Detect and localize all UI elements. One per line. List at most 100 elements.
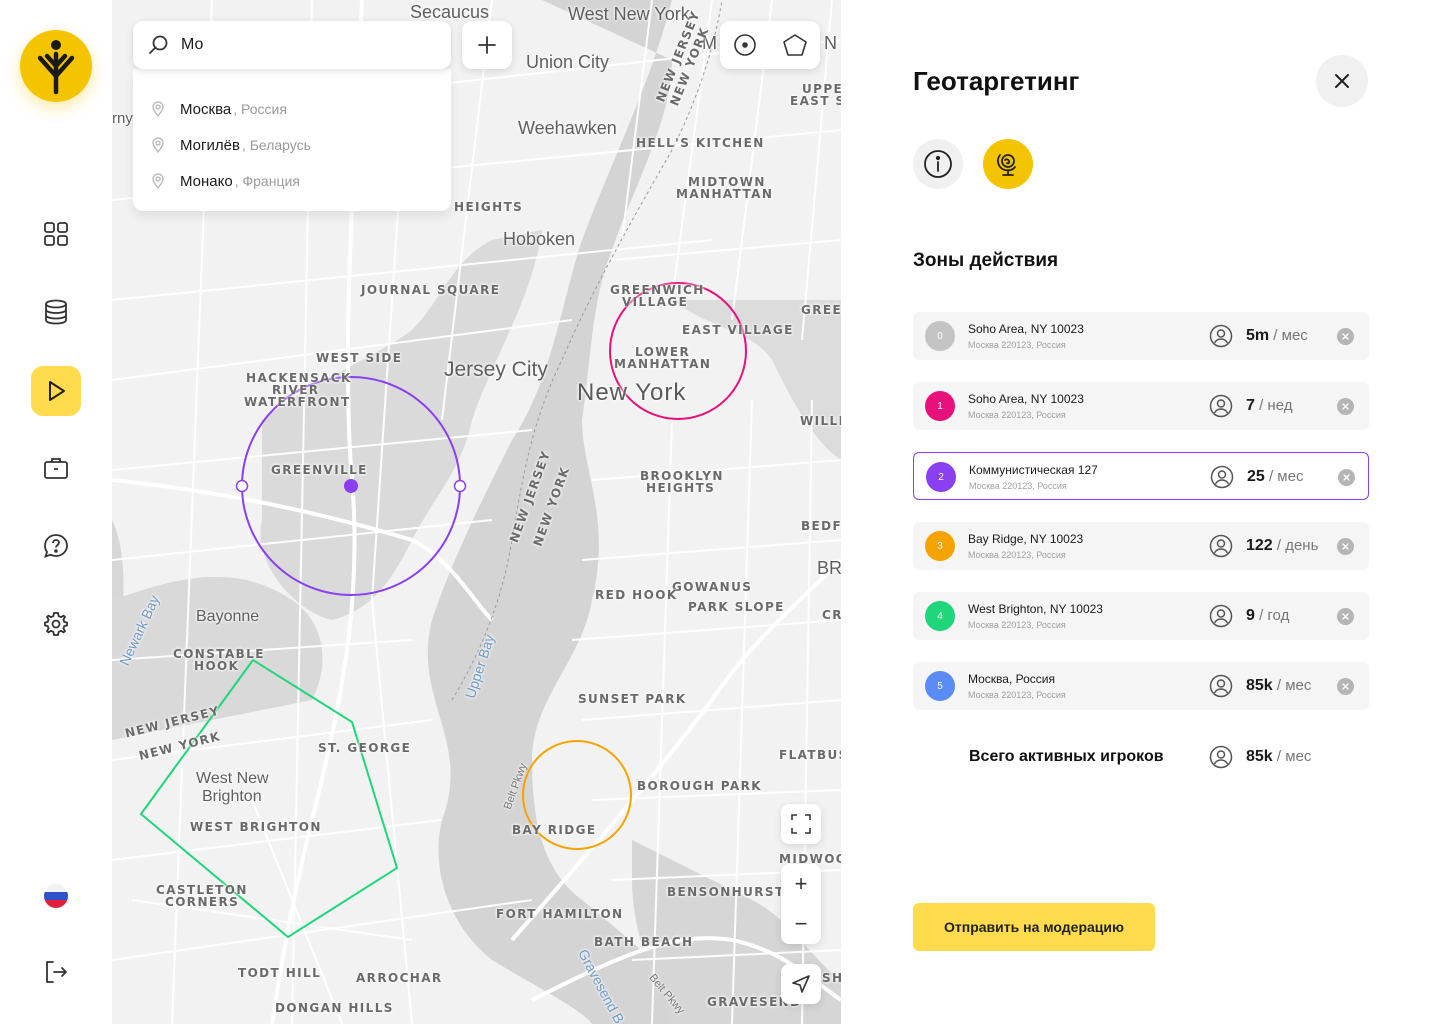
info-icon <box>924 150 952 178</box>
logout-button[interactable] <box>31 947 81 997</box>
zone-count-period: / день <box>1272 537 1319 554</box>
zoom-controls: + − <box>781 864 821 944</box>
database-icon <box>45 299 67 325</box>
map-label-bensonhurst: BENSONHURST <box>667 885 785 899</box>
map-label-waterfront: WATERFRONT <box>244 395 351 409</box>
map-label-br: BR <box>817 558 841 578</box>
search-suggestions: Москва, Россия Могилёв, Беларусь Монако,… <box>133 69 451 211</box>
map-label-hook: HOOK <box>194 659 240 673</box>
zone-name: Bay Ridge, NY 10023 <box>968 532 1084 546</box>
globe-stand-icon <box>997 154 1016 176</box>
logo-icon <box>37 40 75 95</box>
map-label-williamsburg: WILLIAMSB <box>800 414 841 428</box>
nav-portfolio[interactable] <box>31 443 81 493</box>
zone-name: West Brighton, NY 10023 <box>968 602 1103 616</box>
map-label-west-new-york: West New York <box>568 4 690 24</box>
map-view[interactable]: Secaucus West New York Union City Weehaw… <box>112 0 841 1024</box>
user-icon <box>1209 604 1233 628</box>
remove-zone-button[interactable] <box>1337 608 1354 625</box>
suggestion-country: , Франция <box>234 173 300 189</box>
circle-target-icon <box>734 34 756 56</box>
search-input[interactable] <box>181 36 431 54</box>
map-label-east-village: EAST VILLAGE <box>682 323 794 337</box>
zone-number-badge: 2 <box>926 462 956 492</box>
map-label-todt-hill: TODT HILL <box>238 966 322 980</box>
remove-zone-button[interactable] <box>1337 398 1354 415</box>
user-icon <box>1209 534 1233 558</box>
map-label-greenville: GREENVILLE <box>271 463 368 477</box>
map-label-manhattan: MANHATTAN <box>614 357 712 371</box>
nav-settings[interactable] <box>31 599 81 649</box>
zone-row[interactable]: 2 Коммунистическая 127 Москва 220123, Росс… <box>913 452 1369 500</box>
zone-name: Москва, Россия <box>968 672 1055 686</box>
suggestion-name: Москва <box>180 100 232 118</box>
zone-address: Москва 220123, Россия <box>968 550 1066 560</box>
map-label-fort-hamilton: FORT HAMILTON <box>496 907 624 921</box>
close-icon <box>1335 74 1349 88</box>
map-label-brighton: Brighton <box>202 788 262 805</box>
suggestion-item[interactable]: Монако, Франция <box>133 163 451 199</box>
zone-count-value: 7 <box>1246 397 1255 414</box>
map-label-dongan-hills: DONGAN HILLS <box>275 1001 394 1015</box>
map-label-green: GREEN <box>801 303 841 317</box>
nav-help[interactable] <box>31 521 81 571</box>
zone-name: Soho Area, NY 10023 <box>968 392 1084 406</box>
flag-ru-icon <box>44 884 68 908</box>
remove-zone-button[interactable] <box>1337 328 1354 345</box>
map-label-bayonne: Bayonne <box>196 608 260 625</box>
zone-address: Москва 220123, Россия <box>969 481 1067 491</box>
map-label-jersey-city: Jersey City <box>444 358 548 381</box>
zone-row[interactable]: 4 West Brighton, NY 10023 Москва 220123, Р… <box>913 592 1369 640</box>
close-icon <box>1342 333 1349 340</box>
plus-icon <box>478 36 496 54</box>
suggestion-item[interactable]: Москва, Россия <box>133 91 451 127</box>
map-label-n: N <box>824 33 837 53</box>
tab-geotargeting[interactable] <box>983 139 1033 189</box>
map-label-secaucus: Secaucus <box>410 2 490 22</box>
app-logo[interactable] <box>20 30 92 102</box>
zones-section-title: Зоны действия <box>913 250 1059 271</box>
zone-number-badge: 4 <box>925 601 955 631</box>
polygon-icon <box>783 34 807 56</box>
zone-count-period: / год <box>1254 607 1290 624</box>
add-zone-button[interactable] <box>462 21 512 69</box>
total-label: Всего активных игроков <box>969 748 1164 765</box>
draw-circle-button[interactable] <box>720 21 770 69</box>
zone-player-count: 85k / мес <box>1246 677 1311 695</box>
zoom-in-button[interactable]: + <box>781 864 821 904</box>
map-label-heights-top: HEIGHTS <box>454 200 524 214</box>
language-switch[interactable] <box>31 871 81 921</box>
gear-icon <box>44 612 68 636</box>
suggestion-item[interactable]: Могилёв, Беларусь <box>133 127 451 163</box>
map-label-village: VILLAGE <box>622 295 689 309</box>
nav-database[interactable] <box>31 287 81 337</box>
zoom-out-button[interactable]: − <box>781 904 821 944</box>
total-count-period: / мес <box>1272 748 1312 765</box>
map-label-sunset-park: SUNSET PARK <box>578 692 687 706</box>
remove-zone-button[interactable] <box>1337 678 1354 695</box>
zone-address: Москва 220123, Россия <box>968 340 1066 350</box>
draw-polygon-button[interactable] <box>770 21 820 69</box>
nav-campaigns[interactable] <box>31 366 81 416</box>
nav-dashboard[interactable] <box>31 209 81 259</box>
submit-moderation-button[interactable]: Отправить на модерацию <box>913 903 1155 951</box>
zone-row[interactable]: 5 Москва, Россия Москва 220123, Россия 85k … <box>913 662 1369 710</box>
remove-zone-button[interactable] <box>1337 538 1354 555</box>
zone-row[interactable]: 0 Soho Area, NY 10023 Москва 220123, Росси… <box>913 312 1369 360</box>
fullscreen-button[interactable] <box>781 804 821 844</box>
map-label-bath-beach: BATH BEACH <box>594 935 694 949</box>
zone-player-count: 25 / мес <box>1247 468 1303 486</box>
close-icon <box>1342 613 1349 620</box>
zone-row[interactable]: 1 Soho Area, NY 10023 Москва 220123, Росси… <box>913 382 1369 430</box>
close-button[interactable] <box>1316 55 1368 107</box>
zone-name: Коммунистическая 127 <box>969 463 1098 477</box>
zone-row[interactable]: 3 Bay Ridge, NY 10023 Москва 220123, Росси… <box>913 522 1369 570</box>
map-label-union-city: Union City <box>526 52 610 72</box>
map-label-weehawken: Weehawken <box>518 118 617 138</box>
map-label-midtown-manhattan: MANHATTAN <box>676 187 774 201</box>
draw-tools <box>720 21 820 69</box>
map-label-new-york: New York <box>577 379 687 406</box>
my-location-button[interactable] <box>781 964 821 1004</box>
remove-zone-button[interactable] <box>1338 469 1355 486</box>
tab-info[interactable] <box>913 139 963 189</box>
